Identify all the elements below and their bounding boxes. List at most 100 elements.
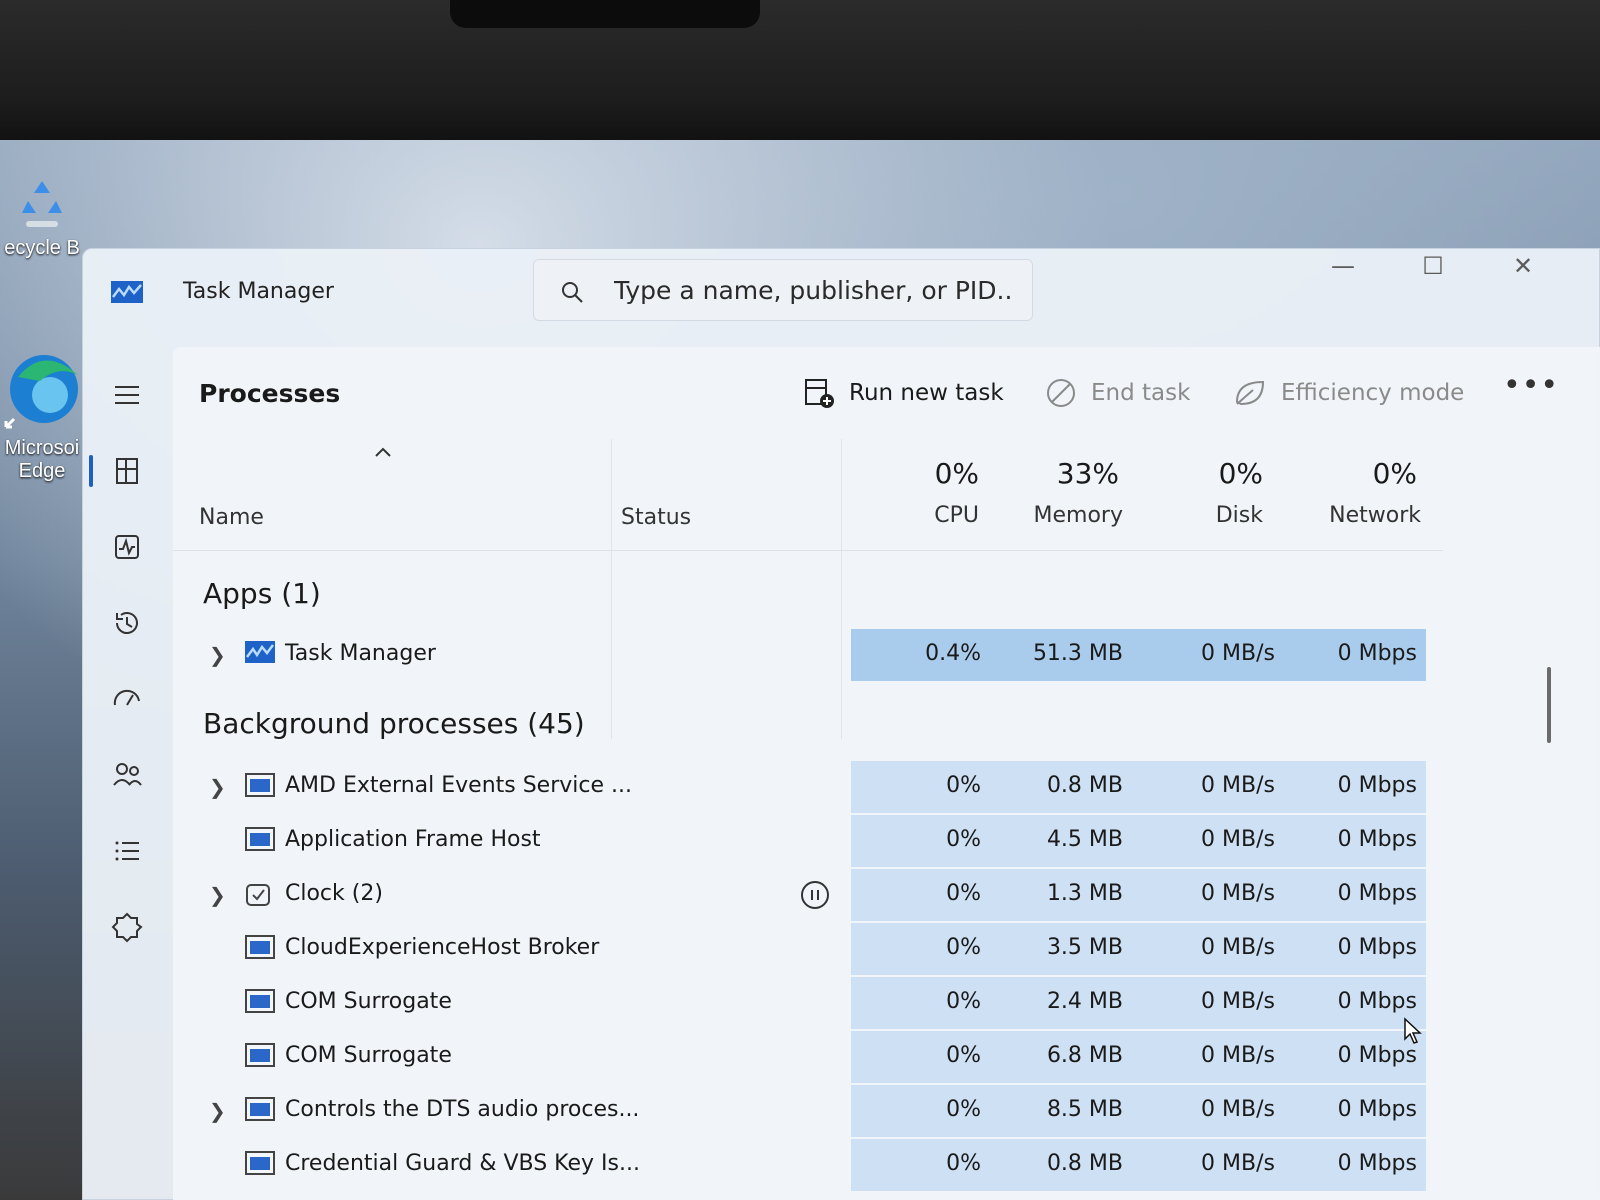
network-cell: 0 Mbps <box>1337 881 1417 906</box>
table-row[interactable]: ❯ Controls the DTS audio proces... 0% 8.5 M… <box>173 1085 1443 1137</box>
memory-total-percent: 33% <box>1056 457 1119 490</box>
minimize-button[interactable]: — <box>1298 253 1388 289</box>
startup-apps-icon[interactable] <box>109 681 145 717</box>
expand-chevron-icon[interactable]: ❯ <box>209 1099 226 1123</box>
metrics-cells: 0.4% 51.3 MB 0 MB/s 0 Mbps <box>851 629 1426 681</box>
table-row[interactable]: COM Surrogate 0% 2.4 MB 0 MB/s 0 Mbps <box>173 977 1443 1029</box>
hamburger-menu-icon[interactable] <box>109 377 145 413</box>
window-app-icon <box>245 827 275 855</box>
desktop-icon-recycle-bin[interactable]: ecycle B <box>0 175 84 260</box>
metrics-cells: 0% 4.5 MB 0 MB/s 0 Mbps <box>851 815 1426 867</box>
process-name: Application Frame Host <box>285 827 541 852</box>
desktop-icon-label: ecycle B <box>4 237 80 259</box>
search-icon <box>562 282 583 303</box>
screen-bezel <box>0 0 1600 140</box>
page-title: Processes <box>199 379 341 408</box>
table-row[interactable]: ❯ AMD External Events Service ... 0% 0.8 MB… <box>173 761 1443 813</box>
memory-cell: 2.4 MB <box>1046 989 1123 1014</box>
search-box[interactable] <box>533 259 1033 321</box>
expand-chevron-icon[interactable]: ❯ <box>209 643 226 667</box>
performance-icon[interactable] <box>109 529 145 565</box>
network-label: Network <box>1329 503 1421 528</box>
memory-cell: 4.5 MB <box>1046 827 1123 852</box>
column-header-disk[interactable]: 0% Disk <box>1153 439 1263 549</box>
window-title: Task Manager <box>183 279 334 304</box>
disk-cell: 0 MB/s <box>1201 1043 1275 1068</box>
expand-chevron-icon[interactable]: ❯ <box>209 883 226 907</box>
disk-cell: 0 MB/s <box>1201 641 1275 666</box>
processes-icon[interactable] <box>109 453 145 489</box>
cpu-cell: 0% <box>946 1151 981 1176</box>
edge-icon <box>4 355 78 429</box>
metrics-cells: 0% 0.8 MB 0 MB/s 0 Mbps <box>851 761 1426 813</box>
expand-chevron-icon[interactable]: ❯ <box>209 775 226 799</box>
navigation-rail <box>83 359 173 1199</box>
run-new-task-button[interactable]: Run new task <box>803 373 1004 413</box>
memory-cell: 0.8 MB <box>1046 773 1123 798</box>
cpu-total-percent: 0% <box>934 457 979 490</box>
run-new-task-icon <box>805 379 834 408</box>
clock-app-icon <box>245 881 271 911</box>
process-name: Task Manager <box>285 641 436 666</box>
table-row[interactable]: Credential Guard & VBS Key Is... 0% 0.8 MB… <box>173 1139 1443 1191</box>
table-row[interactable]: Application Frame Host 0% 4.5 MB 0 MB/s 0 Mb… <box>173 815 1443 867</box>
sort-ascending-icon[interactable] <box>373 445 393 459</box>
task-manager-icon <box>245 641 275 667</box>
disk-label: Disk <box>1215 503 1263 528</box>
details-icon[interactable] <box>109 833 145 869</box>
services-icon[interactable] <box>109 909 145 945</box>
title-bar[interactable]: Task Manager — ☐ ✕ <box>83 249 1599 339</box>
disk-cell: 0 MB/s <box>1201 827 1275 852</box>
maximize-button[interactable]: ☐ <box>1388 253 1478 289</box>
recycle-bin-icon <box>22 181 62 227</box>
metrics-cells: 0% 8.5 MB 0 MB/s 0 Mbps <box>851 1085 1426 1137</box>
disk-cell: 0 MB/s <box>1201 935 1275 960</box>
network-cell: 0 Mbps <box>1337 1043 1417 1068</box>
bezel-notch <box>450 0 760 28</box>
window-app-icon <box>245 773 275 801</box>
task-manager-window: Task Manager — ☐ ✕ <box>82 248 1600 1200</box>
process-name: AMD External Events Service ... <box>285 773 632 798</box>
metrics-cells: 0% 0.8 MB 0 MB/s 0 Mbps <box>851 1139 1426 1191</box>
search-input[interactable] <box>614 270 1014 310</box>
metrics-cells: 0% 2.4 MB 0 MB/s 0 Mbps <box>851 977 1426 1029</box>
cpu-cell: 0% <box>946 989 981 1014</box>
cpu-cell: 0% <box>946 827 981 852</box>
column-header-memory[interactable]: 33% Memory <box>993 439 1123 549</box>
column-header-network[interactable]: 0% Network <box>1283 439 1421 549</box>
network-total-percent: 0% <box>1372 457 1417 490</box>
task-manager-icon <box>111 281 143 303</box>
table-row[interactable]: COM Surrogate 0% 6.8 MB 0 MB/s 0 Mbps <box>173 1031 1443 1083</box>
efficiency-mode-button[interactable]: Efficiency mode <box>1233 373 1464 413</box>
column-header-name[interactable]: Name <box>199 505 264 530</box>
memory-cell: 51.3 MB <box>1032 641 1123 666</box>
table-row[interactable]: CloudExperienceHost Broker 0% 3.5 MB 0 MB/s… <box>173 923 1443 975</box>
close-button[interactable]: ✕ <box>1478 253 1568 289</box>
end-task-button[interactable]: End task <box>1045 373 1190 413</box>
cpu-cell: 0% <box>946 1043 981 1068</box>
window-app-icon <box>245 1043 275 1071</box>
process-name: COM Surrogate <box>285 1043 452 1068</box>
app-history-icon[interactable] <box>109 605 145 641</box>
users-icon[interactable] <box>109 757 145 793</box>
vertical-scrollbar[interactable] <box>1547 667 1551 743</box>
mouse-cursor-icon <box>1404 1017 1422 1044</box>
window-app-icon <box>245 1151 275 1179</box>
window-app-icon <box>245 989 275 1017</box>
nav-active-indicator <box>89 455 93 487</box>
efficiency-mode-label: Efficiency mode <box>1281 380 1465 406</box>
process-name: COM Surrogate <box>285 989 452 1014</box>
desktop-icon-microsoft-edge[interactable]: Microsoi Edge <box>0 345 84 483</box>
network-cell: 0 Mbps <box>1337 641 1417 666</box>
window-app-icon <box>245 1097 275 1125</box>
table-row[interactable]: ❯ Task Manager 0.4% 51.3 MB 0 MB/s 0 Mbps <box>173 629 1443 681</box>
process-name: CloudExperienceHost Broker <box>285 935 600 960</box>
disk-cell: 0 MB/s <box>1201 1097 1275 1122</box>
column-header-cpu[interactable]: 0% CPU <box>873 439 979 549</box>
column-header-status[interactable]: Status <box>621 505 691 530</box>
more-options-button[interactable]: ••• <box>1503 365 1559 405</box>
group-title-apps: Apps (1) <box>203 577 321 610</box>
pause-icon <box>801 881 829 909</box>
network-cell: 0 Mbps <box>1337 1151 1417 1176</box>
table-row[interactable]: ❯ Clock (2) 0% 1.3 MB 0 MB/s 0 Mbps <box>173 869 1443 921</box>
